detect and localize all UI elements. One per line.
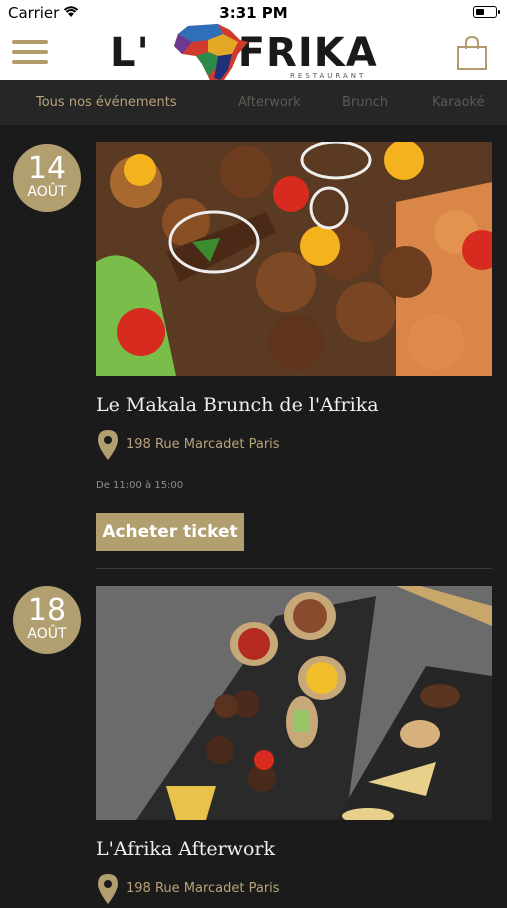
date-badge: 14 AOÛT — [13, 144, 81, 212]
event-day: 14 — [27, 151, 67, 186]
tab-brunch[interactable]: Brunch — [342, 95, 388, 110]
event-title[interactable]: L'Afrika Afterwork — [96, 838, 275, 860]
event-hours: De 11:00 à 15:00 — [96, 480, 184, 491]
location-pin-icon — [98, 874, 118, 908]
event-month: AOÛT — [27, 184, 67, 200]
event-image-brunch[interactable] — [96, 142, 492, 376]
event-day: 18 — [27, 593, 67, 628]
event-card: 18 AOÛT L'Afrika Afterwork 198 Rue Marca… — [0, 572, 507, 904]
address-text: 198 Rue Marcadet Paris — [126, 881, 280, 896]
restaurant-logo[interactable]: L' FRIKA RESTAURANT — [110, 24, 400, 86]
buy-ticket-button[interactable]: Acheter ticket — [96, 513, 244, 551]
event-title[interactable]: Le Makala Brunch de l'Afrika — [96, 394, 379, 416]
logo-subtitle: RESTAURANT — [290, 72, 367, 80]
shopping-bag-icon[interactable] — [455, 35, 489, 71]
divider — [96, 568, 492, 569]
event-category-tabs: Tous nos événements Afterwork Brunch Kar… — [0, 80, 507, 126]
clock: 3:31 PM — [219, 4, 288, 22]
status-bar: Carrier 3:31 PM — [0, 0, 507, 26]
app-header: L' FRIKA RESTAURANT — [0, 24, 507, 86]
event-image-afterwork[interactable] — [96, 586, 492, 820]
tab-afterwork[interactable]: Afterwork — [238, 95, 301, 110]
tab-karaoke[interactable]: Karaoké — [432, 95, 485, 110]
event-card: 14 AOÛT Le Makala Brunch de l'Afrika 198… — [0, 126, 507, 572]
battery-icon — [473, 6, 500, 18]
event-month: AOÛT — [27, 626, 67, 642]
hamburger-menu-icon[interactable] — [12, 40, 48, 66]
tab-all-events[interactable]: Tous nos événements — [36, 95, 177, 110]
date-badge: 18 AOÛT — [13, 586, 81, 654]
location-pin-icon — [98, 430, 118, 464]
address-text: 198 Rue Marcadet Paris — [126, 437, 280, 452]
